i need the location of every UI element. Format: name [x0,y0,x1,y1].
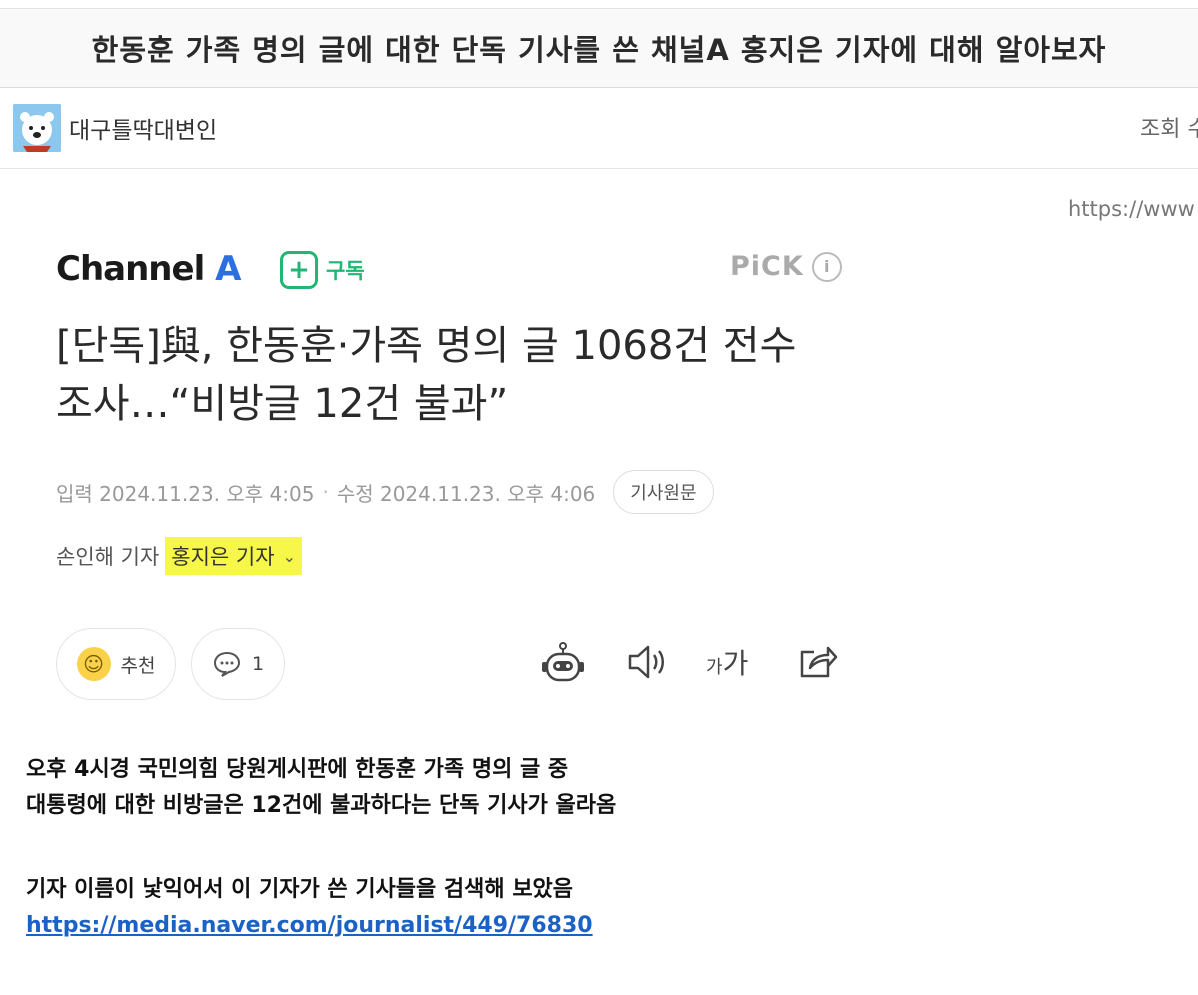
original-article-button[interactable]: 기사원문 [613,470,714,514]
font-size-small: 가 [706,657,723,678]
article-screenshot: Channel A + 구독 PiCK i [단독]與, 한동훈·가족 명의 글… [30,225,860,725]
headline-line-1: [단독]與, 한동훈·가족 명의 글 1068건 전수 [56,323,797,369]
input-time: 입력 2024.11.23. 오후 4:05 [56,481,315,506]
channel-name: Channel [56,249,205,289]
body-line-3: 기자 이름이 낯익어서 이 기자가 쓴 기사들을 검색해 보았음 [26,877,574,902]
recommend-label: 추천 [120,654,156,677]
pick-label: PiCK [730,251,804,282]
author-name[interactable]: 대구틀딱대변인 [69,111,217,145]
source-url[interactable]: https://www [1068,197,1195,221]
pick-badge: PiCK i [730,251,842,282]
author-row: 대구틀딱대변인 조회 수 [0,89,1198,169]
comment-bubble-icon [213,651,240,677]
journalist-link[interactable]: https://media.naver.com/journalist/449/7… [26,913,593,938]
meta-separator: · [322,480,329,504]
view-count-label: 조회 수 [1140,117,1198,142]
post-title: 한동훈 가족 명의 글에 대한 단독 기사를 쓴 채널A 홍지은 기자에 대해 … [91,33,1107,67]
headline-line-2: 조사…“비방글 12건 불과” [56,381,509,427]
reporter-2-highlight[interactable]: 홍지은 기자 ⌄ [165,537,302,575]
reporter-2: 홍지은 기자 [171,545,275,569]
channel-logo: Channel A [56,249,241,289]
article-meta: 입력 2024.11.23. 오후 4:05 · 수정 2024.11.23. … [56,470,714,514]
subscribe-label: 구독 [326,259,365,283]
comment-button[interactable]: 1 [191,628,285,700]
recommend-button[interactable]: ☺ 추천 [56,628,176,700]
subscribe-button[interactable]: + 구독 [280,251,365,289]
font-size-large: 가 [722,647,749,680]
font-size-button[interactable]: 가가 [706,642,748,682]
share-button[interactable] [796,642,838,690]
article-actions: ☺ 추천 1 가가 [56,628,856,700]
chevron-down-icon: ⌄ [282,546,296,566]
plus-icon: + [280,251,318,289]
polar-bear-icon [13,104,61,152]
comment-count: 1 [251,653,265,675]
post-title-bar: 한동훈 가족 명의 글에 대한 단독 기사를 쓴 채널A 홍지은 기자에 대해 … [0,8,1198,88]
speaker-icon [628,645,664,679]
info-icon[interactable]: i [811,251,842,282]
reporter-1[interactable]: 손인해 기자 [56,541,159,571]
body-line-1: 오후 4시경 국민의힘 당원게시판에 한동훈 가족 명의 글 중 [26,757,569,782]
reporter-row: 손인해 기자 홍지은 기자 ⌄ [56,537,302,575]
smile-icon: ☺ [76,647,111,681]
share-icon [800,646,838,678]
body-line-2: 대통령에 대한 비방글은 12건에 불과하다는 단독 기사가 올라옴 [26,793,617,818]
summary-robot-button[interactable] [540,642,586,694]
author-avatar[interactable] [13,104,61,152]
channel-letter: A [215,249,241,289]
article-headline: [단독]與, 한동훈·가족 명의 글 1068건 전수 조사…“비방글 12건 … [56,317,856,433]
robot-icon [542,642,584,682]
text-to-speech-button[interactable] [626,642,670,690]
edit-time: 수정 2024.11.23. 오후 4:06 [336,481,596,506]
post-body: 오후 4시경 국민의힘 당원게시판에 한동훈 가족 명의 글 중 대통령에 대한… [26,752,616,944]
